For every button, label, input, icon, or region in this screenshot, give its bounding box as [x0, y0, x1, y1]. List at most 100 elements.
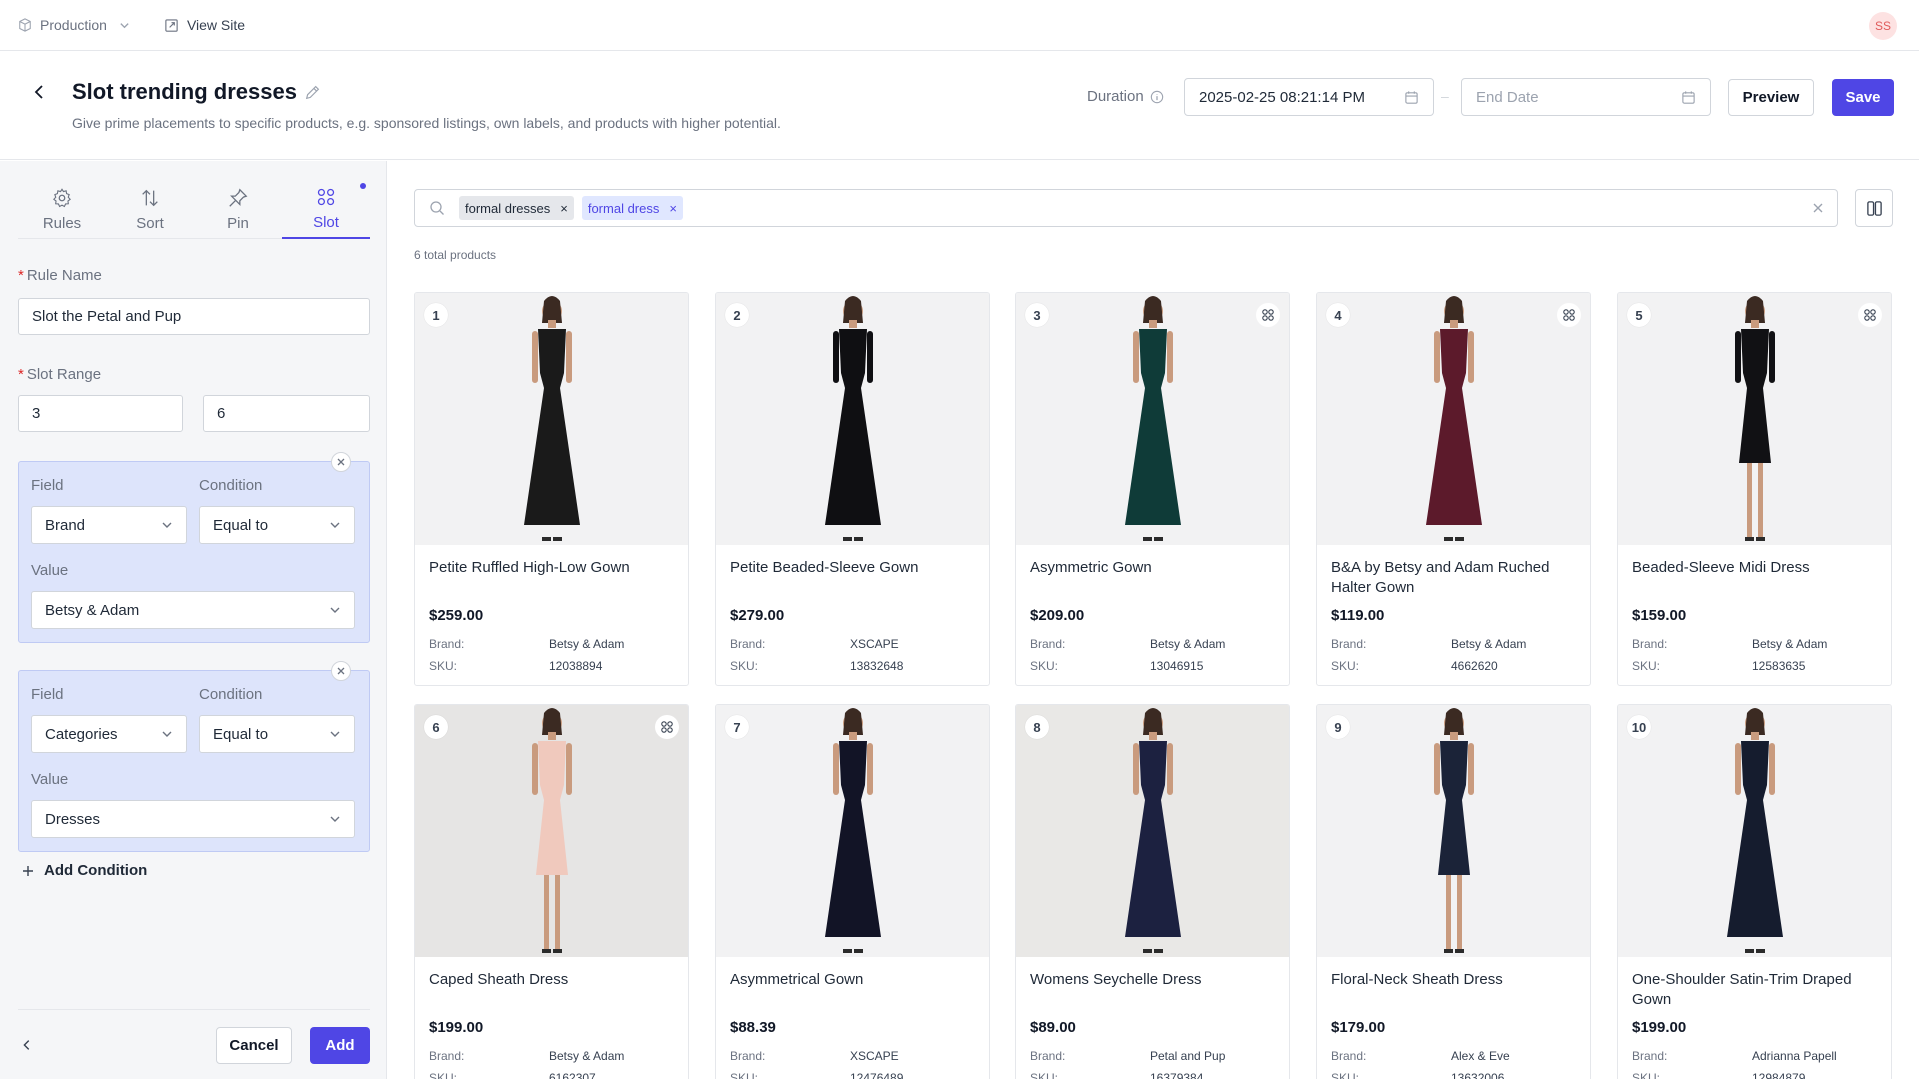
view-site-link[interactable]: View Site: [164, 17, 245, 33]
rule-name-input[interactable]: Slot the Petal and Pup: [18, 298, 370, 335]
rule-sidebar: Rules Sort Pin Slot * Rule Name Slot the …: [0, 161, 387, 1079]
add-condition-button[interactable]: Add Condition: [22, 862, 147, 879]
rank-badge: 8: [1025, 715, 1049, 739]
product-name: Floral-Neck Sheath Dress: [1331, 971, 1503, 988]
slot-icon: [317, 188, 335, 205]
info-icon[interactable]: [1150, 90, 1164, 104]
product-card[interactable]: 7 Asymmetrical Gown $88.39 Brand: XSCAPE SKU:…: [715, 704, 990, 1079]
chip-remove-icon[interactable]: ×: [669, 201, 677, 216]
product-name: One-Shoulder Satin-Trim Draped Gown: [1632, 971, 1852, 1008]
remove-condition-button[interactable]: [331, 661, 351, 681]
product-card[interactable]: 10 One-Shoulder Satin-Trim Draped Gown $19…: [1617, 704, 1892, 1079]
start-date-field[interactable]: 2025-02-25 08:21:14 PM: [1184, 78, 1434, 116]
plus-icon: [23, 865, 33, 876]
product-price: $179.00: [1331, 1019, 1386, 1036]
product-image: [1124, 708, 1181, 953]
sku-value: 13046915: [1150, 659, 1204, 673]
product-card[interactable]: 8 Womens Seychelle Dress $89.00 Brand: Petal…: [1015, 704, 1290, 1079]
chevron-down-icon: [330, 816, 340, 822]
field-label: Field: [31, 477, 64, 494]
field-select[interactable]: Brand: [31, 506, 187, 544]
search-chip[interactable]: formal dresses ×: [459, 196, 574, 220]
back-button[interactable]: [28, 80, 52, 104]
product-card[interactable]: 5 Beaded-Sleeve Midi Dress $159.00 Brand: Be…: [1617, 292, 1892, 686]
slot-range-label-text: Slot Range: [26, 366, 102, 383]
search-input[interactable]: formal dresses × formal dress ×: [414, 189, 1838, 227]
chevron-down-icon: [162, 522, 172, 528]
slot-range-to-input[interactable]: 6: [203, 395, 370, 432]
sku-value: 13832648: [850, 659, 904, 673]
chip-label: formal dresses: [465, 200, 551, 216]
value-select[interactable]: Betsy & Adam: [31, 591, 355, 629]
product-card[interactable]: 3 Asymmetric Gown $209.00 Brand: Betsy & Ada…: [1015, 292, 1290, 686]
value-select-value: Betsy & Adam: [45, 601, 140, 619]
product-image: [523, 296, 580, 541]
rank-badge: 2: [725, 303, 749, 327]
value-select[interactable]: Dresses: [31, 800, 355, 838]
chip-remove-icon[interactable]: ×: [560, 201, 568, 216]
product-image: [1734, 296, 1775, 541]
chevron-left-icon: [23, 1040, 30, 1050]
save-button[interactable]: Save: [1832, 79, 1894, 116]
brand-value: Betsy & Adam: [1451, 637, 1527, 651]
product-card[interactable]: 2 Petite Beaded-Sleeve Gown $279.00 Brand: X…: [715, 292, 990, 686]
search-chip[interactable]: formal dress ×: [581, 196, 683, 220]
cancel-button[interactable]: Cancel: [216, 1027, 292, 1064]
brand-label: Brand:: [730, 637, 766, 651]
cube-icon: [19, 18, 31, 32]
preview-button[interactable]: Preview: [1728, 79, 1814, 116]
field-select[interactable]: Categories: [31, 715, 187, 753]
clear-search-icon[interactable]: [1811, 201, 1825, 215]
product-image: [824, 296, 881, 541]
tab-pin[interactable]: Pin: [194, 179, 282, 239]
product-card[interactable]: 4 B&A by Betsy and Adam Ruched Halter Gow…: [1316, 292, 1591, 686]
chevron-down-icon: [330, 607, 340, 613]
sidebar-footer: Cancel Add: [18, 1009, 370, 1079]
value-select-value: Dresses: [45, 810, 101, 828]
rank-badge: 5: [1627, 303, 1651, 327]
collapse-sidebar-button[interactable]: [20, 1038, 36, 1054]
environment-selector[interactable]: Production: [18, 17, 130, 33]
add-button[interactable]: Add: [310, 1027, 370, 1064]
slot-icon: [1557, 303, 1581, 327]
tab-label: Slot: [313, 213, 339, 231]
tab-sort[interactable]: Sort: [106, 179, 194, 239]
condition-select[interactable]: Equal to: [199, 506, 355, 544]
sku-value: 12583635: [1752, 659, 1806, 673]
tab-slot[interactable]: Slot: [282, 179, 370, 239]
slot-range-from-input[interactable]: 3: [18, 395, 183, 432]
sku-value: 12476489: [850, 1071, 904, 1079]
rule-tabs: Rules Sort Pin Slot: [18, 179, 370, 239]
product-price: $159.00: [1632, 607, 1687, 624]
slot-icon: [1256, 303, 1280, 327]
product-image-frame: [1618, 293, 1891, 545]
value-label: Value: [31, 771, 69, 788]
edit-title-button[interactable]: [304, 83, 324, 103]
product-name: Beaded-Sleeve Midi Dress: [1632, 559, 1810, 576]
product-name: Petite Ruffled High-Low Gown: [429, 559, 630, 576]
product-card[interactable]: 9 Floral-Neck Sheath Dress $179.00 Brand: Al…: [1316, 704, 1591, 1079]
product-card[interactable]: 1 Petite Ruffled High-Low Gown $259.00 Bran…: [414, 292, 689, 686]
sku-label: SKU:: [1030, 1071, 1059, 1079]
search-icon: [430, 201, 444, 215]
condition-label: Condition: [199, 477, 263, 494]
sku-label: SKU:: [1632, 1071, 1661, 1079]
layout-toggle-button[interactable]: [1855, 189, 1893, 227]
sku-label: SKU:: [429, 659, 458, 673]
duration-text: Duration: [1087, 88, 1144, 105]
brand-value: Betsy & Adam: [1150, 637, 1226, 651]
remove-condition-button[interactable]: [331, 452, 351, 472]
product-image-frame: [716, 705, 989, 957]
product-price: $279.00: [730, 607, 785, 624]
brand-value: XSCAPE: [850, 637, 899, 651]
product-image: [1433, 708, 1474, 953]
tab-rules[interactable]: Rules: [18, 179, 106, 239]
brand-value: Adrianna Papell: [1752, 1049, 1837, 1063]
end-date-field[interactable]: End Date: [1461, 78, 1711, 116]
brand-label: Brand:: [1632, 1049, 1668, 1063]
total-products-count: 6 total products: [414, 248, 497, 262]
avatar[interactable]: SS: [1869, 12, 1897, 40]
product-card[interactable]: 6 Caped Sheath Dress $199.00 Brand: Betsy & …: [414, 704, 689, 1079]
condition-select[interactable]: Equal to: [199, 715, 355, 753]
product-name: Asymmetric Gown: [1030, 559, 1152, 576]
